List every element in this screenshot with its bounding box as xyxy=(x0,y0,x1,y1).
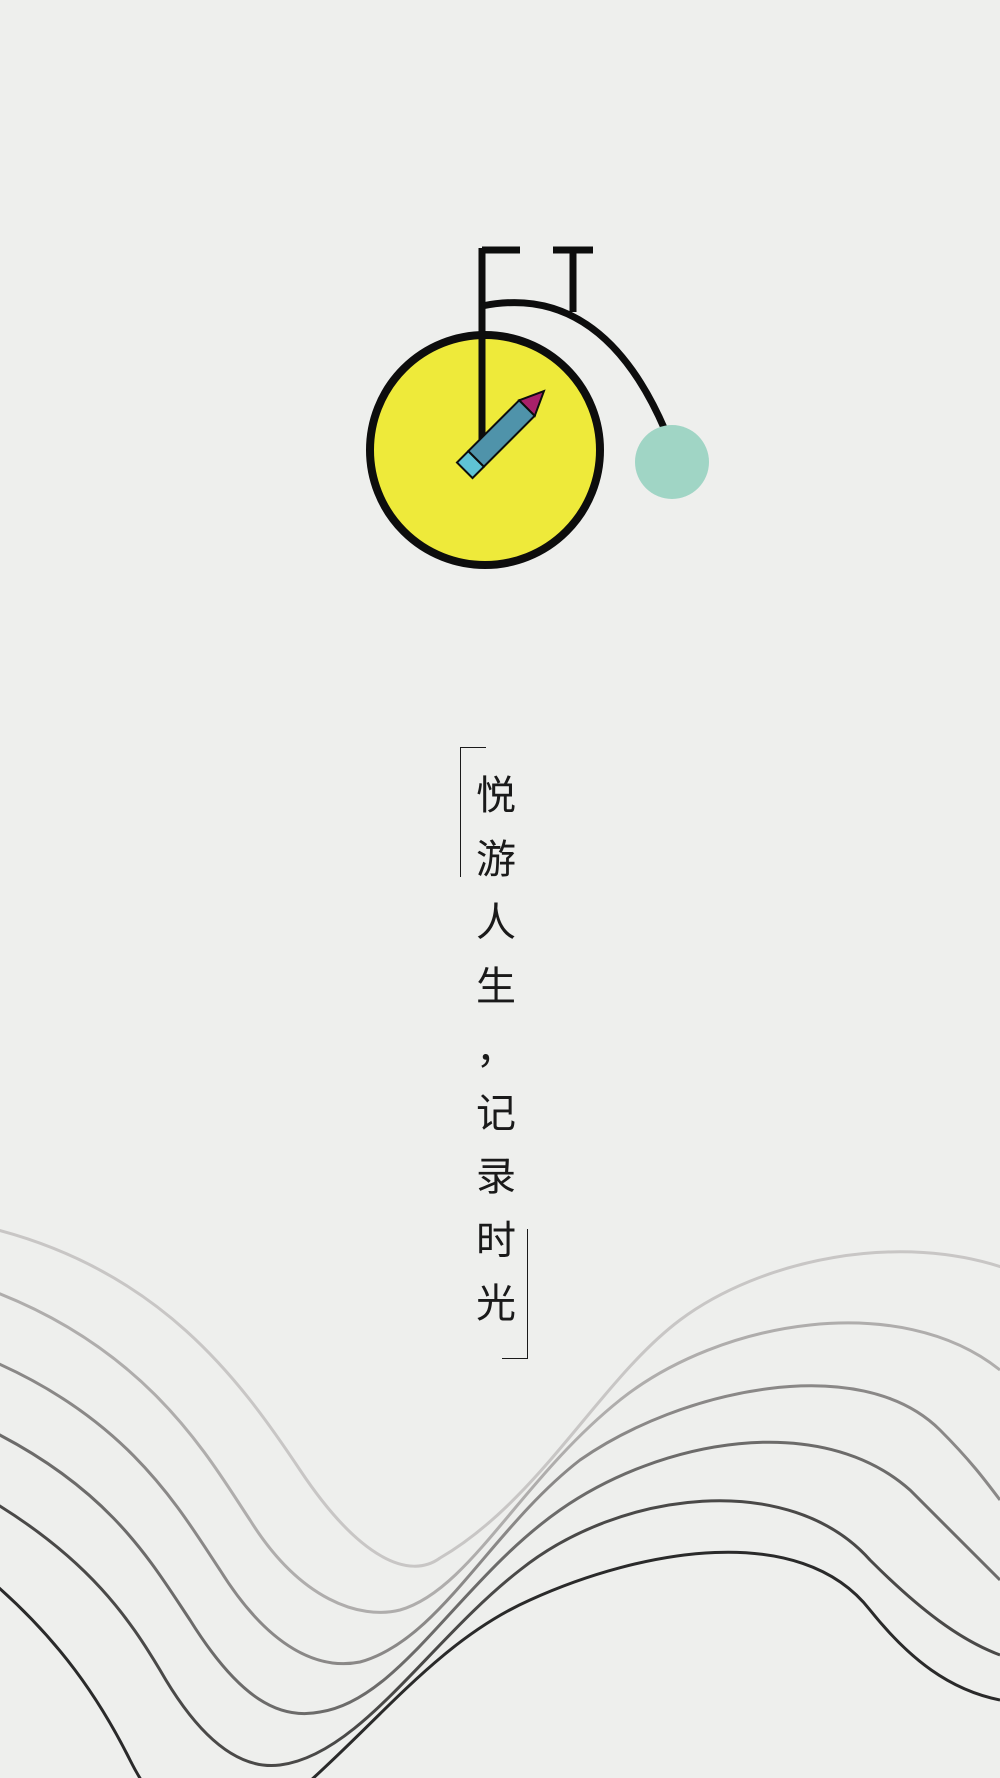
splash-screen: 悦 游 人 生 ， 记 录 时 光 xyxy=(0,0,1000,1778)
slogan-char: 人 xyxy=(476,900,516,946)
handlebar-right-shape xyxy=(553,246,593,312)
wave-line xyxy=(0,1292,1000,1614)
bicycle-pen-logo-icon xyxy=(366,246,709,569)
slogan-char: ， xyxy=(476,1027,516,1073)
slogan-char: 生 xyxy=(476,963,516,1010)
slogan-char: 记 xyxy=(476,1090,516,1137)
wave-line xyxy=(0,1229,1000,1568)
decorative-wave-lines xyxy=(0,1229,1000,1778)
small-wheel-shape xyxy=(635,425,709,499)
slogan-char: 悦 xyxy=(476,773,516,819)
slogan-char: 游 xyxy=(476,836,516,883)
